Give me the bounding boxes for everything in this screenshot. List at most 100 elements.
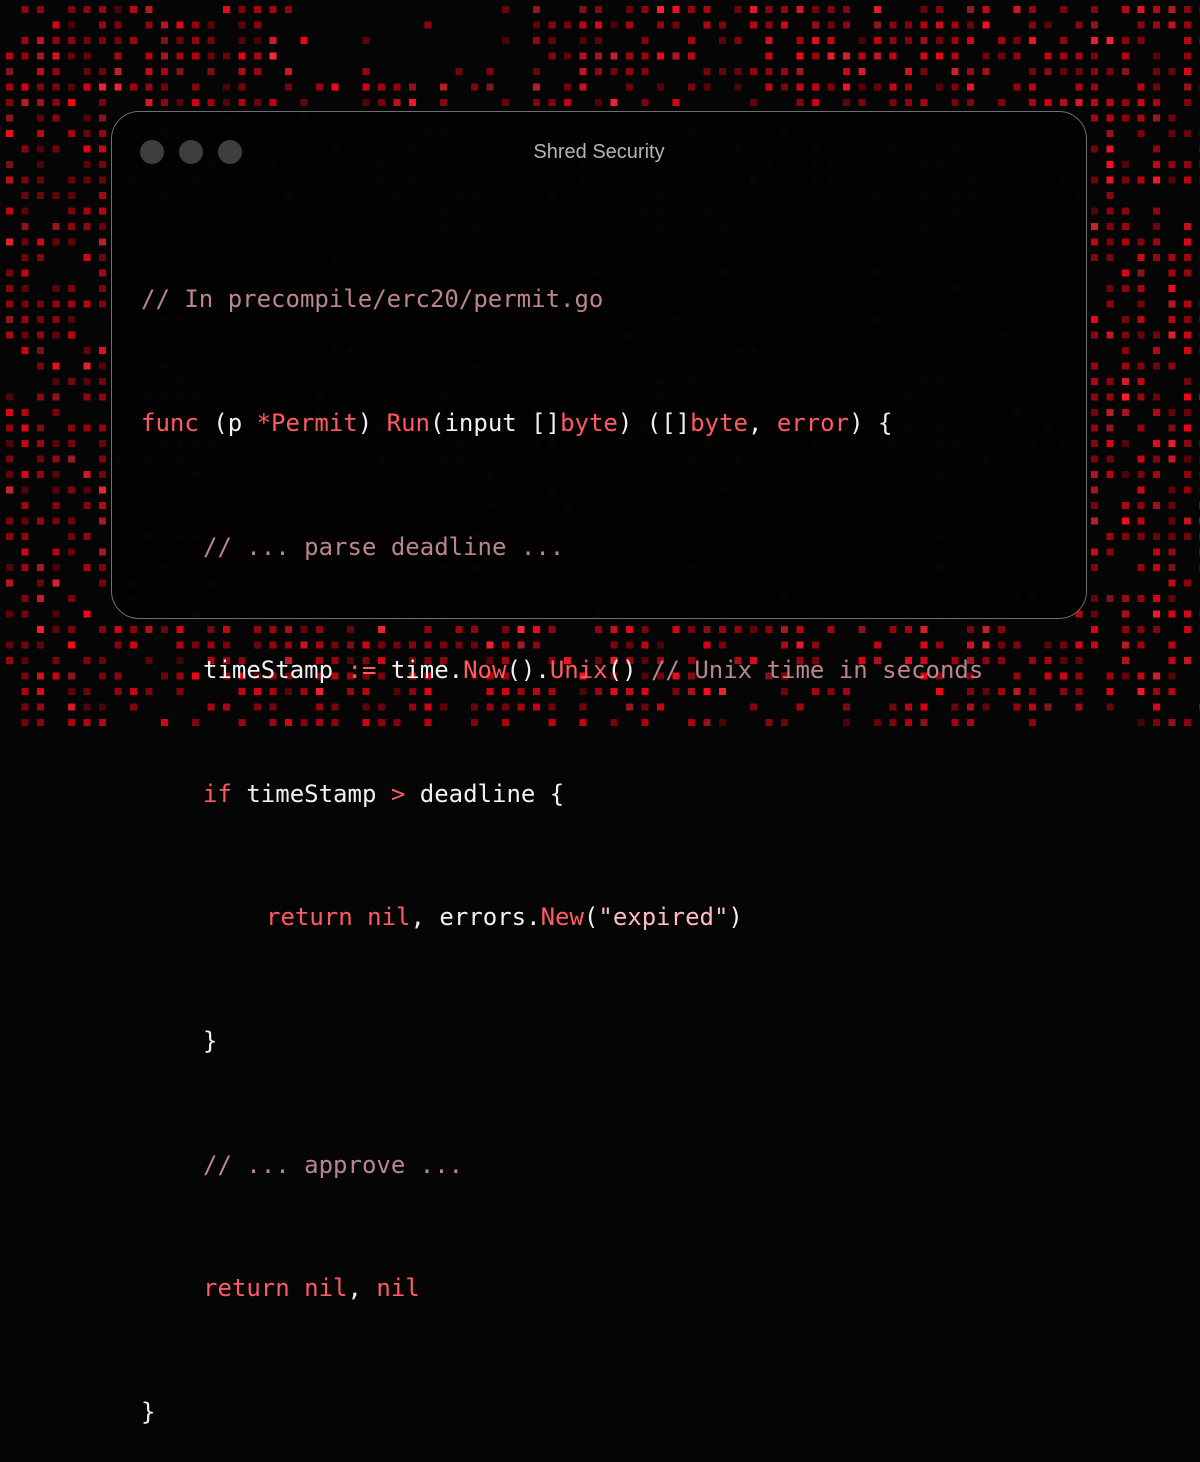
bg-pixel xyxy=(68,6,75,13)
bg-pixel xyxy=(22,595,29,602)
bg-pixel xyxy=(1014,688,1021,695)
bg-pixel xyxy=(1076,22,1083,29)
bg-pixel xyxy=(99,22,106,29)
bg-pixel xyxy=(890,84,897,91)
bg-pixel xyxy=(843,99,850,106)
bg-pixel xyxy=(99,657,106,664)
bg-pixel xyxy=(1138,425,1145,432)
bg-pixel xyxy=(921,22,928,29)
code-keyword: return xyxy=(203,1274,290,1302)
bg-pixel xyxy=(874,84,881,91)
bg-pixel xyxy=(611,53,618,60)
bg-pixel xyxy=(1107,285,1114,292)
bg-pixel xyxy=(1091,363,1098,370)
bg-pixel xyxy=(99,719,106,726)
bg-pixel xyxy=(22,409,29,416)
bg-pixel xyxy=(99,673,106,680)
bg-pixel xyxy=(53,68,60,75)
bg-pixel xyxy=(1184,533,1191,540)
bg-pixel xyxy=(766,22,773,29)
bg-pixel xyxy=(84,657,91,664)
bg-pixel xyxy=(239,84,246,91)
bg-pixel xyxy=(146,6,153,13)
bg-pixel xyxy=(1091,409,1098,416)
bg-pixel xyxy=(1153,363,1160,370)
bg-pixel xyxy=(239,22,246,29)
bg-pixel xyxy=(68,688,75,695)
bg-pixel xyxy=(22,673,29,680)
bg-pixel xyxy=(1153,347,1160,354)
bg-pixel xyxy=(99,564,106,571)
bg-pixel xyxy=(936,37,943,44)
bg-pixel xyxy=(1153,704,1160,711)
bg-pixel xyxy=(316,84,323,91)
bg-pixel xyxy=(1184,518,1191,525)
bg-pixel xyxy=(533,37,540,44)
bg-pixel xyxy=(1169,580,1176,587)
bg-pixel xyxy=(1122,533,1129,540)
bg-pixel xyxy=(68,440,75,447)
bg-pixel xyxy=(1076,673,1083,680)
bg-pixel xyxy=(952,37,959,44)
bg-pixel xyxy=(580,68,587,75)
bg-pixel xyxy=(84,53,91,60)
bg-pixel xyxy=(936,84,943,91)
bg-pixel xyxy=(1091,611,1098,618)
bg-pixel xyxy=(1091,53,1098,60)
bg-pixel xyxy=(1184,177,1191,184)
bg-pixel xyxy=(192,53,199,60)
bg-pixel xyxy=(53,37,60,44)
bg-pixel xyxy=(1169,161,1176,168)
bg-pixel xyxy=(936,6,943,13)
bg-pixel xyxy=(53,115,60,122)
bg-pixel xyxy=(595,53,602,60)
bg-pixel xyxy=(1169,549,1176,556)
bg-pixel xyxy=(130,37,137,44)
bg-pixel xyxy=(99,626,106,633)
bg-pixel xyxy=(6,316,13,323)
bg-pixel xyxy=(99,704,106,711)
bg-pixel xyxy=(1107,456,1114,463)
bg-pixel xyxy=(301,37,308,44)
bg-pixel xyxy=(1153,53,1160,60)
code-type: *Permit xyxy=(257,409,358,437)
code-line-9: return nil, nil xyxy=(141,1268,983,1309)
bg-pixel xyxy=(68,99,75,106)
bg-pixel xyxy=(1091,487,1098,494)
bg-pixel xyxy=(1153,115,1160,122)
bg-pixel xyxy=(84,223,91,230)
bg-pixel xyxy=(1107,425,1114,432)
bg-pixel xyxy=(99,270,106,277)
bg-pixel xyxy=(1122,440,1129,447)
bg-pixel xyxy=(84,533,91,540)
bg-pixel xyxy=(1122,642,1129,649)
bg-pixel xyxy=(967,37,974,44)
bg-pixel xyxy=(37,347,44,354)
bg-pixel xyxy=(254,99,261,106)
bg-pixel xyxy=(533,84,540,91)
bg-pixel xyxy=(68,673,75,680)
bg-pixel xyxy=(1184,409,1191,416)
bg-pixel xyxy=(1122,378,1129,385)
bg-pixel xyxy=(1029,704,1036,711)
bg-pixel xyxy=(22,642,29,649)
bg-pixel xyxy=(1169,533,1176,540)
bg-pixel xyxy=(146,84,153,91)
bg-pixel xyxy=(6,161,13,168)
bg-pixel xyxy=(843,6,850,13)
bg-pixel xyxy=(890,22,897,29)
bg-pixel xyxy=(766,84,773,91)
code-line-6: return nil, errors.New("expired") xyxy=(141,897,983,938)
bg-pixel xyxy=(1169,642,1176,649)
bg-pixel xyxy=(192,37,199,44)
bg-pixel xyxy=(177,99,184,106)
bg-pixel xyxy=(983,704,990,711)
bg-pixel xyxy=(53,657,60,664)
bg-pixel xyxy=(921,37,928,44)
bg-pixel xyxy=(828,6,835,13)
bg-pixel xyxy=(84,301,91,308)
bg-pixel xyxy=(611,99,618,106)
bg-pixel xyxy=(719,68,726,75)
bg-pixel xyxy=(1184,84,1191,91)
code-text: ) ([] xyxy=(618,409,690,437)
